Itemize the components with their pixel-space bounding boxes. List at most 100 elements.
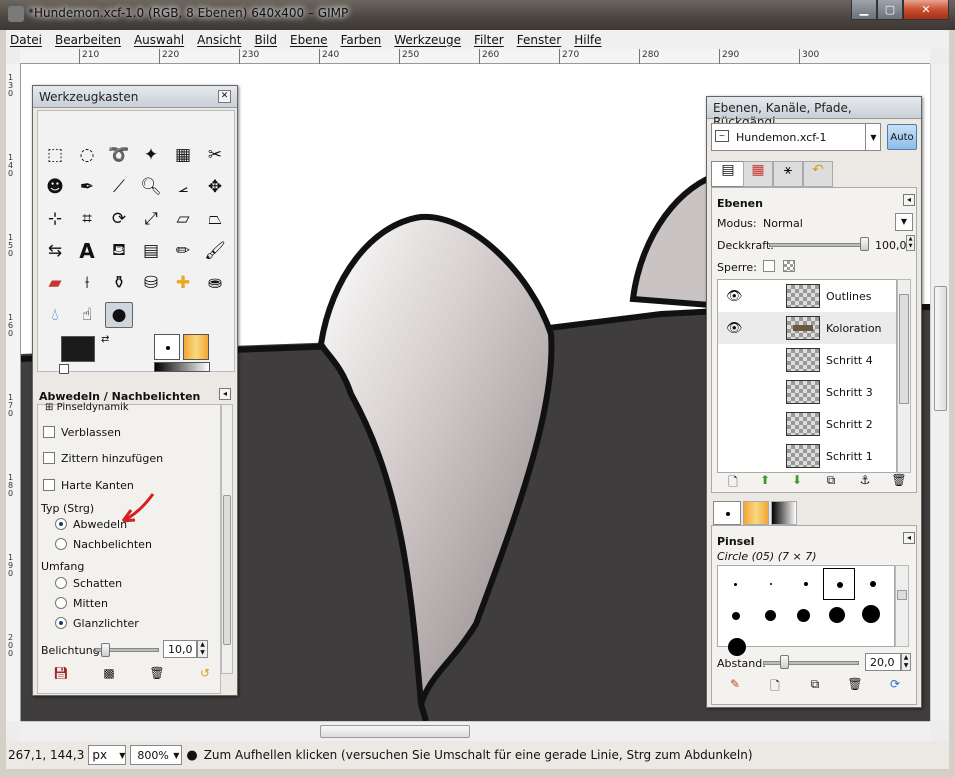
layer-row[interactable]: Schritt 1 (718, 440, 896, 472)
brush-swatch[interactable] (829, 607, 845, 623)
blur-icon[interactable]: 💧︎ (41, 302, 69, 328)
menu-auswahl[interactable]: Auswahl (134, 33, 184, 47)
brush-swatch[interactable] (862, 605, 880, 623)
delete-options-icon[interactable]: 🗑︎ (149, 666, 165, 682)
brush-swatch[interactable] (728, 638, 746, 656)
maximize-button[interactable]: ▢ (877, 0, 903, 20)
exposure-spin-arrows[interactable]: ▲ ▼ (197, 640, 208, 658)
close-button[interactable]: ✕ (903, 0, 949, 20)
color-select-icon[interactable]: ▦ (169, 142, 197, 168)
layers-scroll-thumb[interactable] (899, 294, 909, 404)
vertical-scroll-thumb[interactable] (934, 286, 947, 411)
tab-gradients[interactable] (771, 501, 797, 525)
unit-select[interactable]: px ▼ (88, 745, 127, 765)
hard-edges-checkbox[interactable] (43, 479, 55, 491)
pattern-indicator[interactable] (183, 334, 209, 360)
save-options-icon[interactable]: 💾︎ (53, 666, 69, 682)
opacity-slider-knob[interactable] (860, 237, 869, 251)
highlights-radio[interactable] (55, 617, 67, 629)
duplicate-layer-icon[interactable]: ⧉ (823, 473, 839, 489)
gradient-icon[interactable]: ▤ (137, 238, 165, 264)
ellipse-select-icon[interactable]: ◌ (73, 142, 101, 168)
zoom-icon[interactable]: 🔍︎ (137, 174, 165, 200)
layer-row[interactable]: 👁︎ Outlines (718, 280, 896, 312)
edit-brush-icon[interactable]: ✎ (727, 677, 743, 693)
auto-button[interactable]: Auto (887, 124, 917, 150)
mode-value[interactable]: Normal (763, 217, 803, 230)
close-icon[interactable]: ✕ (218, 90, 231, 103)
anchor-icon[interactable]: ⚓ (857, 473, 873, 489)
ink-icon[interactable]: ⚱ (105, 270, 133, 296)
eye-icon[interactable]: 👁︎ (726, 289, 743, 304)
opacity-spin-arrows[interactable]: ▲ ▼ (906, 235, 915, 251)
fade-checkbox[interactable] (43, 426, 55, 438)
measure-icon[interactable]: ⦟ (169, 174, 197, 200)
lock-pixels-checkbox[interactable] (763, 260, 775, 272)
rotate-icon[interactable]: ⟳ (105, 206, 133, 232)
menu-bild[interactable]: Bild (254, 33, 277, 47)
bucket-fill-icon[interactable]: ⛾ (105, 238, 133, 264)
menu-datei[interactable]: Datei (10, 33, 42, 47)
chevron-down-icon[interactable]: ▼ (865, 123, 881, 151)
dodge-burn-icon[interactable]: ● (105, 302, 133, 328)
swap-colors-icon[interactable]: ⇄ (101, 334, 109, 345)
brush-dynamics-expander[interactable]: ⊞ Pinseldynamik (45, 402, 129, 413)
tab-menu-icon[interactable]: ◂ (903, 194, 915, 206)
brush-swatch[interactable] (770, 583, 772, 585)
menu-ansicht[interactable]: Ansicht (197, 33, 241, 47)
brush-swatch[interactable] (765, 610, 776, 621)
brush-swatch[interactable] (732, 612, 740, 620)
tab-brushes[interactable] (713, 501, 741, 525)
refresh-brushes-icon[interactable]: ⟳ (887, 677, 903, 693)
spacing-slider[interactable] (763, 661, 859, 665)
window-titlebar[interactable]: *Hundemon.xcf-1.0 (RGB, 8 Ebenen) 640x40… (0, 0, 955, 30)
text-tool-icon[interactable]: A (73, 238, 101, 264)
selected-brush[interactable] (823, 568, 855, 600)
delete-brush-icon[interactable]: 🗑︎ (847, 677, 863, 693)
clone-icon[interactable]: ⛁ (137, 270, 165, 296)
spacing-value[interactable]: 20,0 (865, 653, 901, 671)
crop-icon[interactable]: ⌗ (73, 206, 101, 232)
flip-icon[interactable]: ⇆ (41, 238, 69, 264)
layers-scrollbar[interactable] (897, 279, 911, 473)
tab-layers[interactable]: ▤ (711, 161, 745, 187)
scissors-icon[interactable]: ✂ (201, 142, 229, 168)
options-scrollbar[interactable] (221, 404, 233, 674)
exposure-slider-knob[interactable] (101, 643, 110, 657)
menu-hilfe[interactable]: Hilfe (574, 33, 601, 47)
vertical-scrollbar[interactable] (930, 64, 949, 721)
brush-swatch[interactable] (804, 582, 808, 586)
raise-layer-icon[interactable]: ⬆ (757, 473, 773, 489)
foreground-select-icon[interactable]: ☻ (41, 174, 69, 200)
chevron-down-icon[interactable]: ▼ (895, 213, 913, 231)
options-scroll-thumb[interactable] (223, 495, 231, 645)
exposure-value[interactable]: 10,0 (163, 640, 197, 658)
dodge-radio[interactable] (55, 518, 67, 530)
heal-icon[interactable]: ✚ (169, 270, 197, 296)
scale-icon[interactable]: ⤢ (137, 206, 165, 232)
reset-options-icon[interactable]: ↺ (197, 666, 213, 682)
menu-bearbeiten[interactable]: Bearbeiten (55, 33, 121, 47)
rect-select-icon[interactable]: ⬚ (41, 142, 69, 168)
layers-dock-title[interactable]: Ebenen, Kanäle, Pfade, Rückgängi... (707, 97, 921, 129)
brush-swatch[interactable] (870, 581, 876, 587)
midtones-radio[interactable] (55, 597, 67, 609)
tab-channels[interactable]: ▦ (743, 161, 773, 187)
new-layer-icon[interactable]: 🗋 (725, 473, 741, 489)
menu-werkzeuge[interactable]: Werkzeuge (394, 33, 461, 47)
toolbox-title[interactable]: Werkzeugkasten (33, 86, 237, 108)
tab-undo[interactable]: ↶ (803, 161, 833, 187)
layer-row[interactable]: 👁︎ Koloration (718, 312, 896, 344)
restore-options-icon[interactable]: ▩ (101, 666, 117, 682)
image-selector[interactable]: Hundemon.xcf-1 (711, 123, 881, 151)
gradient-indicator[interactable] (154, 362, 210, 372)
layer-row[interactable]: Schritt 3 (718, 376, 896, 408)
eraser-icon[interactable]: ▰ (41, 270, 69, 296)
brush-swatch[interactable] (734, 583, 737, 586)
brush-scrollbar[interactable] (895, 565, 909, 647)
shadows-radio[interactable] (55, 577, 67, 589)
duplicate-brush-icon[interactable]: ⧉ (807, 677, 823, 693)
paths-icon[interactable]: ✒ (73, 174, 101, 200)
horizontal-scroll-thumb[interactable] (320, 725, 470, 738)
new-brush-icon[interactable]: 🗋 (767, 677, 783, 693)
